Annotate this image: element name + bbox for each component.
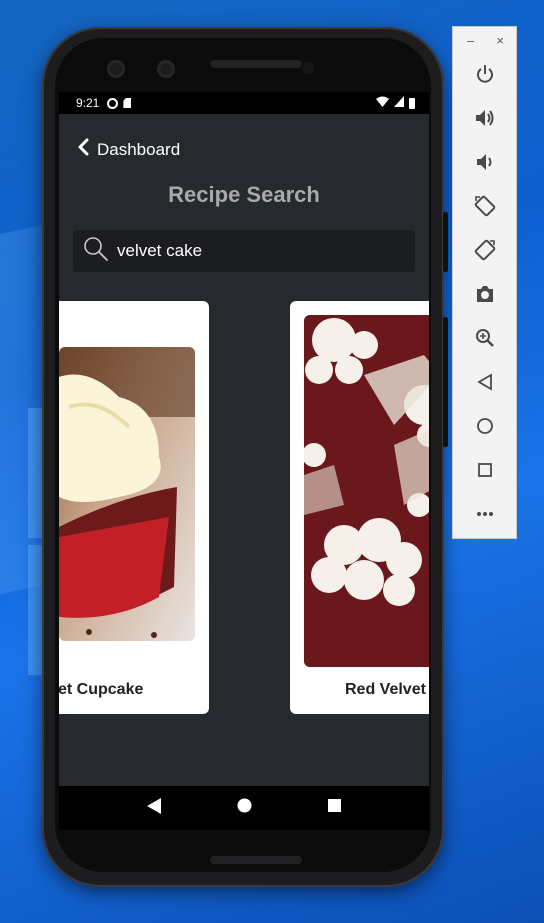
front-camera-right [157, 60, 175, 78]
home-circle-icon[interactable] [473, 414, 497, 438]
earpiece-speaker [210, 60, 302, 68]
page-title: Recipe Search [168, 182, 320, 207]
data-saver-icon [107, 97, 119, 109]
zoom-icon[interactable] [473, 326, 497, 350]
overview-square-icon[interactable] [473, 458, 497, 482]
back-triangle-icon[interactable] [473, 370, 497, 394]
front-camera-left [107, 60, 125, 78]
bottom-speaker [210, 856, 302, 864]
nav-home-icon[interactable] [237, 798, 252, 818]
volume-up-icon[interactable] [473, 106, 497, 130]
recipe-card[interactable]: Red Velvet [290, 301, 429, 714]
chevron-left-icon [77, 138, 89, 161]
search-bar[interactable]: velvet cake [73, 230, 415, 272]
rotate-right-icon[interactable] [473, 238, 497, 262]
recipe-image-cupcake [59, 347, 195, 641]
minimize-button[interactable]: – [467, 33, 474, 48]
camera-icon[interactable] [473, 282, 497, 306]
android-nav-bar [59, 786, 429, 830]
phone-power-button[interactable] [443, 212, 448, 272]
search-icon [83, 236, 109, 267]
signal-icon [394, 96, 404, 110]
recipe-title: et Cupcake [59, 681, 144, 698]
sd-card-icon [123, 98, 132, 108]
battery-icon [409, 97, 415, 109]
recipe-title: Red Velvet [345, 681, 426, 698]
nav-recents-icon[interactable] [328, 799, 341, 817]
wifi-icon [376, 96, 389, 110]
more-options-icon[interactable] [473, 502, 497, 526]
status-time: 9:21 [76, 96, 100, 110]
rotate-left-icon[interactable] [473, 194, 497, 218]
volume-down-icon[interactable] [473, 150, 497, 174]
recipe-card[interactable]: et Cupcake [59, 301, 209, 714]
back-label: Dashboard [97, 139, 181, 159]
recipe-image-red-velvet [304, 315, 429, 667]
status-right-icons [376, 96, 415, 110]
emulator-toolbar: – × [452, 26, 517, 539]
nav-back-icon[interactable] [147, 797, 161, 819]
close-button[interactable]: × [496, 33, 504, 48]
device-screen: 9:21 Dashboard Recipe Search velvet cake [59, 92, 429, 830]
back-button[interactable]: Dashboard [77, 138, 180, 161]
toolbar-window-controls: – × [453, 27, 516, 48]
proximity-sensor [302, 62, 314, 74]
power-icon[interactable] [473, 62, 497, 86]
phone-volume-rocker[interactable] [443, 317, 448, 447]
search-input[interactable]: velvet cake [117, 241, 202, 261]
status-bar: 9:21 [59, 92, 429, 114]
